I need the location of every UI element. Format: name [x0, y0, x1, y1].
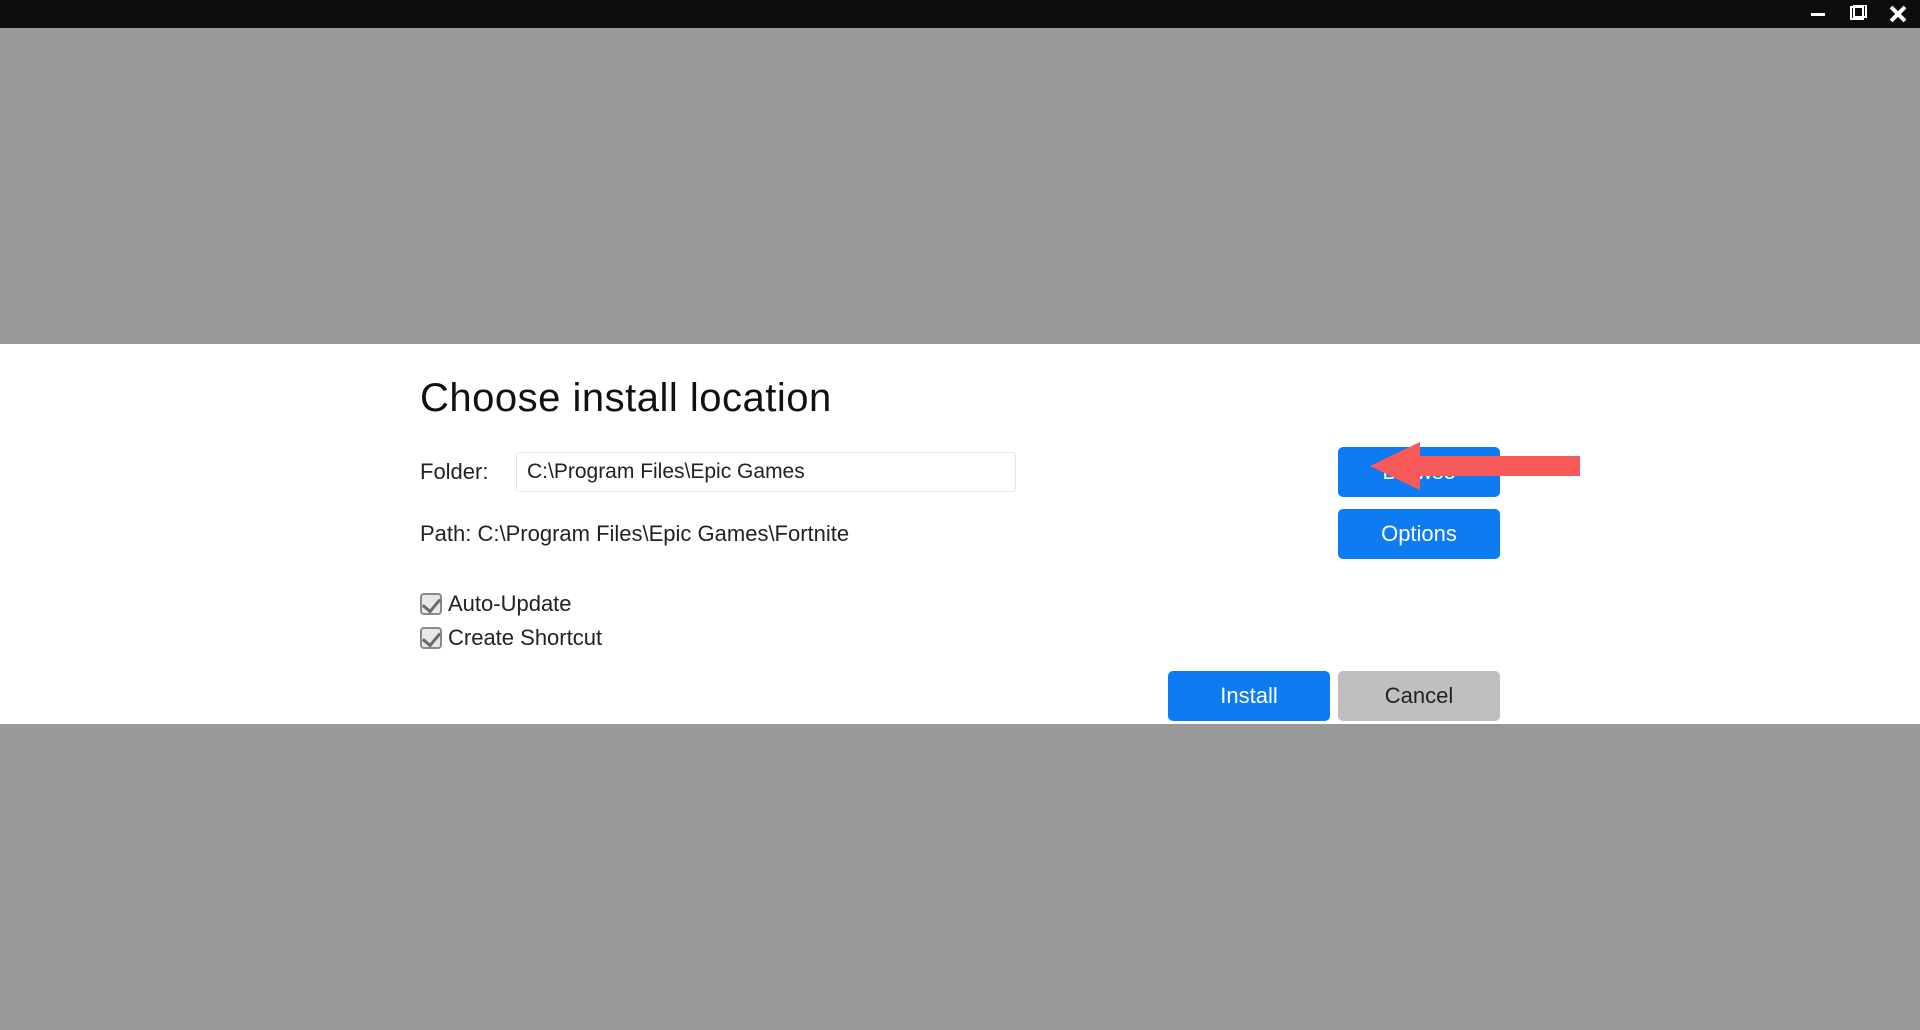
folder-input[interactable] [516, 452, 1016, 492]
cancel-button[interactable]: Cancel [1338, 671, 1500, 721]
auto-update-row: Auto-Update [420, 589, 1500, 619]
dialog-content: Choose install location Folder: Browse P… [420, 344, 1500, 721]
dialog-actions: Install Cancel [420, 671, 1500, 721]
create-shortcut-checkbox[interactable] [420, 627, 442, 649]
checkbox-group: Auto-Update Create Shortcut [420, 589, 1500, 653]
auto-update-label: Auto-Update [448, 591, 572, 617]
create-shortcut-label: Create Shortcut [448, 625, 602, 651]
folder-label: Folder: [420, 459, 516, 485]
install-location-dialog: Choose install location Folder: Browse P… [0, 344, 1920, 724]
dialog-title: Choose install location [420, 376, 1500, 421]
options-button[interactable]: Options [1338, 509, 1500, 559]
minimize-icon [1809, 5, 1827, 23]
browse-button[interactable]: Browse [1338, 447, 1500, 497]
maximize-button[interactable] [1848, 4, 1868, 24]
path-row: Path: C:\Program Files\Epic Games\Fortni… [420, 509, 1500, 559]
create-shortcut-row: Create Shortcut [420, 623, 1500, 653]
minimize-button[interactable] [1808, 4, 1828, 24]
window-titlebar [0, 0, 1920, 28]
path-text: Path: C:\Program Files\Epic Games\Fortni… [420, 521, 1016, 547]
close-icon [1888, 4, 1908, 24]
maximize-icon [1849, 5, 1867, 23]
folder-row: Folder: Browse [420, 447, 1500, 497]
close-button[interactable] [1888, 4, 1908, 24]
auto-update-checkbox[interactable] [420, 593, 442, 615]
install-button[interactable]: Install [1168, 671, 1330, 721]
